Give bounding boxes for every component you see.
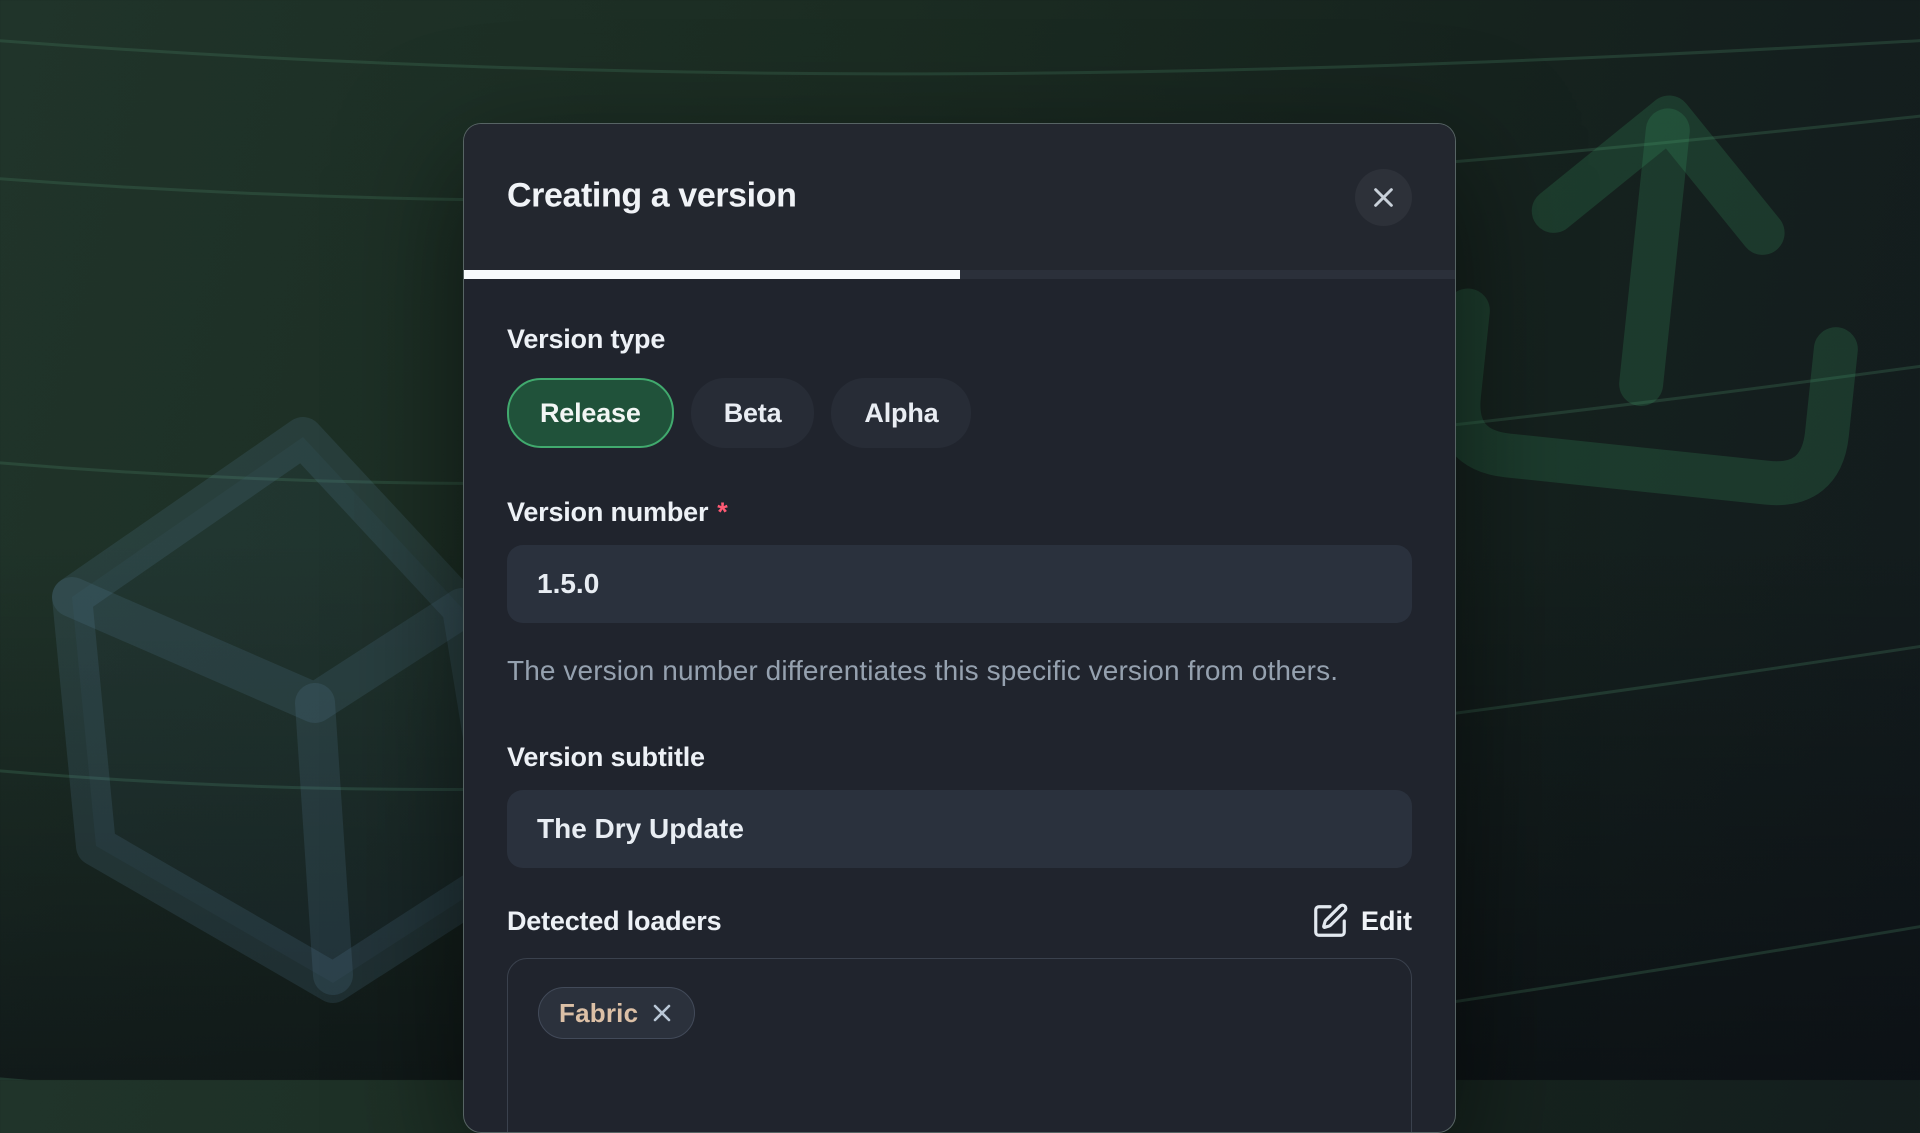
beta-button-label: Beta [724,398,782,429]
version-subtitle-input[interactable] [507,790,1412,868]
edit-loaders-button[interactable]: Edit [1311,902,1412,940]
chip-close-icon [650,1001,674,1025]
version-type-label: Version type [507,323,1412,356]
loader-chip-fabric: Fabric [538,987,695,1039]
version-type-options: Release Beta Alpha [507,378,1412,448]
modal-header: Creating a version [464,124,1455,270]
release-button-label: Release [540,398,641,429]
version-type-alpha-button[interactable]: Alpha [831,378,971,448]
edit-button-label: Edit [1361,906,1412,937]
version-type-release-button[interactable]: Release [507,378,674,448]
detected-loaders-label: Detected loaders [507,905,721,938]
version-subtitle-label: Version subtitle [507,741,1412,774]
create-version-modal: Creating a version Version type Release … [463,123,1456,1133]
detected-loaders-box: Fabric [507,958,1412,1133]
detected-loaders-row: Detected loaders Edit [507,902,1412,940]
close-button[interactable] [1355,169,1412,226]
version-type-label-text: Version type [507,323,665,356]
version-number-label: Version number * [507,496,1412,529]
modal-body: Version type Release Beta Alpha Version … [464,323,1455,1133]
package-cube-icon [72,437,505,983]
version-number-help-text: The version number differentiates this s… [507,649,1397,693]
close-icon [1370,184,1397,211]
version-type-beta-button[interactable]: Beta [691,378,815,448]
version-number-input[interactable] [507,545,1412,623]
remove-loader-button[interactable] [650,1001,674,1025]
version-number-label-text: Version number [507,496,708,529]
detected-loaders-label-text: Detected loaders [507,905,721,938]
modal-progress-track [464,270,1455,279]
modal-title: Creating a version [507,177,796,216]
edit-pencil-icon [1311,902,1349,940]
modal-progress-fill [464,270,960,279]
version-subtitle-label-text: Version subtitle [507,741,705,774]
alpha-button-label: Alpha [864,398,938,429]
loader-chip-label: Fabric [559,998,638,1029]
required-asterisk: * [717,496,727,529]
